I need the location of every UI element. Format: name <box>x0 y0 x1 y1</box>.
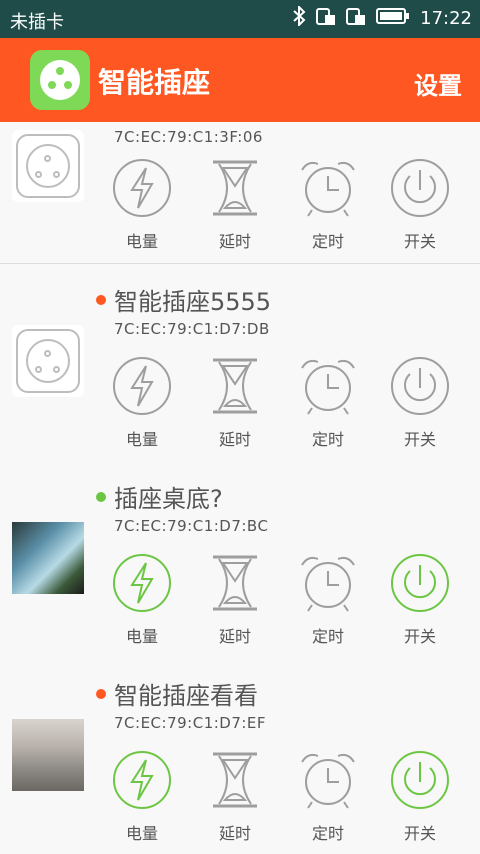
carrier-text: 未插卡 <box>10 12 64 33</box>
alarm-clock-icon <box>301 359 355 415</box>
device-mac: 7C:EC:79:C1:D7:EF <box>114 714 267 732</box>
switch-button[interactable]: 开关 <box>380 158 460 251</box>
lightning-icon <box>113 554 171 612</box>
status-bar: 未插卡 17:22 <box>0 0 480 38</box>
power-button[interactable]: 电量 <box>102 356 182 449</box>
bluetooth-icon <box>292 4 306 31</box>
status-dot <box>96 294 106 305</box>
sim-slot-2-icon <box>346 6 366 31</box>
settings-button[interactable]: 设置 <box>414 66 462 101</box>
device-list[interactable]: 7C:EC:79:C1:3F:06 电量 延时 定时 开关 智能插座5555 7… <box>0 122 480 854</box>
sim-slot-1-icon <box>316 6 336 31</box>
device-name: 插座桌底? <box>114 485 223 513</box>
timer-button[interactable]: 定时 <box>288 356 368 449</box>
hourglass-icon <box>213 555 257 611</box>
device-name-row: 智能插座5555 <box>96 282 271 317</box>
status-icons: 17:22 <box>292 4 472 31</box>
device-photo <box>12 522 84 594</box>
device-mac: 7C:EC:79:C1:D7:BC <box>114 517 269 535</box>
power-button[interactable]: 电量 <box>102 553 182 646</box>
socket-icon <box>12 325 84 397</box>
alarm-clock-icon <box>301 556 355 612</box>
delay-button[interactable]: 延时 <box>195 750 275 843</box>
delay-button[interactable]: 延时 <box>195 356 275 449</box>
device-item[interactable]: 插座桌底? 7C:EC:79:C1:D7:BC 电量 延时 定时 开关 <box>0 461 480 659</box>
device-photo <box>12 719 84 791</box>
alarm-clock-icon <box>301 753 355 809</box>
power-icon <box>391 159 449 217</box>
lightning-icon <box>113 751 171 809</box>
hourglass-icon <box>213 752 257 808</box>
socket-icon <box>12 130 84 202</box>
power-icon <box>391 751 449 809</box>
device-item[interactable]: 智能插座5555 7C:EC:79:C1:D7:DB 电量 延时 定时 开关 <box>0 264 480 462</box>
power-icon <box>391 554 449 612</box>
device-item[interactable]: 智能插座看看 7C:EC:79:C1:D7:EF 电量 延时 定时 开关 <box>0 658 480 854</box>
device-mac: 7C:EC:79:C1:3F:06 <box>114 128 263 146</box>
switch-button[interactable]: 开关 <box>380 356 460 449</box>
device-name: 智能插座看看 <box>114 682 258 710</box>
app-bar: 智能插座 设置 <box>0 38 480 122</box>
device-name-row: 插座桌底? <box>96 479 223 514</box>
device-name: 智能插座5555 <box>114 288 272 316</box>
lightning-icon <box>113 357 171 415</box>
timer-button[interactable]: 定时 <box>288 750 368 843</box>
status-dot <box>96 688 106 699</box>
status-dot <box>96 491 106 502</box>
clock-text: 17:22 <box>420 8 472 29</box>
app-title: 智能插座 <box>98 66 211 99</box>
switch-button[interactable]: 开关 <box>380 750 460 843</box>
device-name-row: 智能插座看看 <box>96 676 258 711</box>
power-button[interactable]: 电量 <box>102 750 182 843</box>
hourglass-icon <box>213 160 257 216</box>
alarm-clock-icon <box>301 161 355 217</box>
switch-button[interactable]: 开关 <box>380 553 460 646</box>
timer-button[interactable]: 定时 <box>288 553 368 646</box>
socket-logo-icon <box>30 50 90 110</box>
device-mac: 7C:EC:79:C1:D7:DB <box>114 320 270 338</box>
device-item[interactable]: 7C:EC:79:C1:3F:06 电量 延时 定时 开关 <box>0 122 480 264</box>
battery-icon <box>376 7 410 30</box>
timer-button[interactable]: 定时 <box>288 158 368 251</box>
delay-button[interactable]: 延时 <box>195 553 275 646</box>
power-icon <box>391 357 449 415</box>
lightning-icon <box>113 159 171 217</box>
power-button[interactable]: 电量 <box>102 158 182 251</box>
hourglass-icon <box>213 358 257 414</box>
delay-button[interactable]: 延时 <box>195 158 275 251</box>
